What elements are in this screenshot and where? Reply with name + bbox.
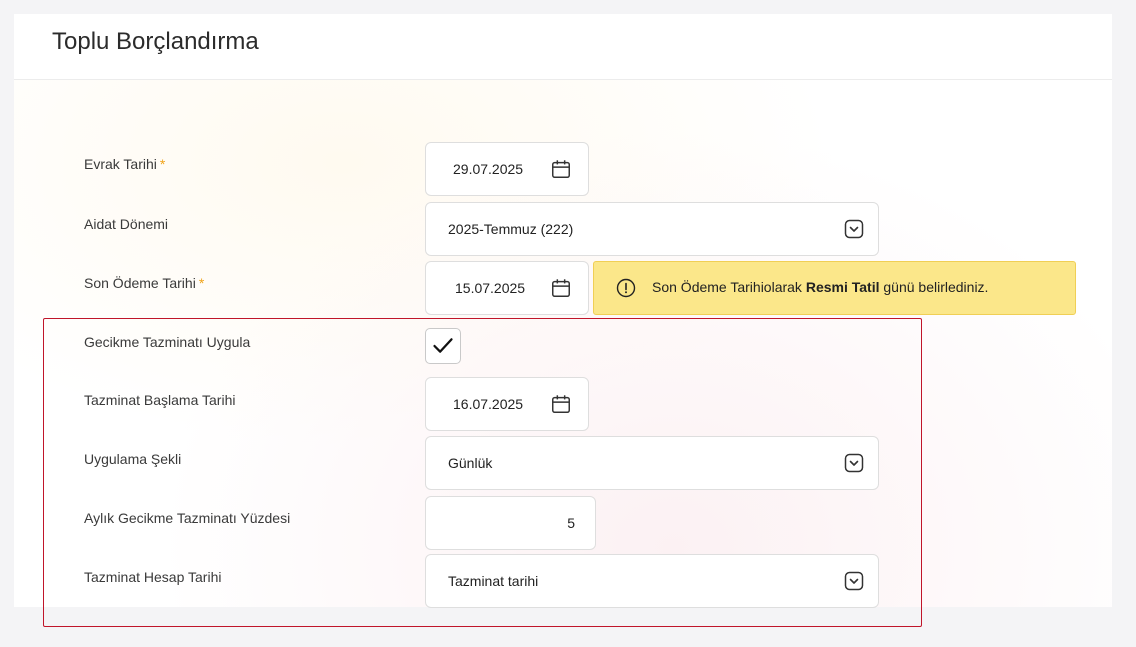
tazminat-baslama-tarihi-value: 16.07.2025 — [453, 396, 524, 412]
son-odeme-tarihi-label: Son Ödeme Tarihi * — [84, 275, 205, 291]
tazminat-baslama-tarihi-label: Tazminat Başlama Tarihi — [84, 392, 236, 408]
tazminat-hesap-tarihi-label: Tazminat Hesap Tarihi — [84, 569, 222, 585]
alert-circle-icon — [616, 278, 636, 298]
page-title: Toplu Borçlandırma — [52, 28, 259, 55]
gecikme-tazminati-uygula-label: Gecikme Tazminatı Uygula — [84, 334, 251, 350]
required-mark: * — [198, 275, 205, 291]
aylik-gecikme-tazminati-yuzdesi-label: Aylık Gecikme Tazminatı Yüzdesi — [84, 510, 291, 526]
resmi-tatil-warning: Son Ödeme Tarihiolarak Resmi Tatil günü … — [593, 261, 1076, 315]
son-odeme-tarihi-value: 15.07.2025 — [455, 280, 526, 296]
uygulama-sekli-label: Uygulama Şekli — [84, 451, 182, 467]
uygulama-sekli-select[interactable]: Günlük — [425, 436, 879, 490]
gecikme-tazminati-uygula-checkbox[interactable] — [425, 328, 461, 364]
aylik-gecikme-tazminati-yuzdesi-input[interactable]: 5 — [425, 496, 596, 550]
aylik-yuzde-value: 5 — [567, 515, 575, 531]
warning-message: Son Ödeme Tarihiolarak Resmi Tatil günü … — [652, 279, 989, 295]
checkmark-icon — [433, 338, 453, 353]
tazminat-hesap-tarihi-value: Tazminat tarihi — [448, 573, 539, 589]
aidat-donemi-select[interactable]: 2025-Temmuz (222) — [425, 202, 879, 256]
calendar-icon[interactable] — [550, 158, 572, 180]
evrak-tarihi-datepicker[interactable]: 29.07.2025 — [425, 142, 589, 196]
tazminat-baslama-tarihi-datepicker[interactable]: 16.07.2025 — [425, 377, 589, 431]
chevron-down-icon — [844, 571, 864, 591]
uygulama-sekli-value: Günlük — [448, 455, 493, 471]
chevron-down-icon — [844, 219, 864, 239]
aidat-donemi-value: 2025-Temmuz (222) — [448, 221, 574, 237]
calendar-icon[interactable] — [550, 393, 572, 415]
evrak-tarihi-label: Evrak Tarihi * — [84, 156, 166, 172]
card-header: Toplu Borçlandırma — [14, 14, 1112, 80]
evrak-tarihi-value: 29.07.2025 — [453, 161, 524, 177]
aidat-donemi-label: Aidat Dönemi — [84, 216, 169, 232]
chevron-down-icon — [844, 453, 864, 473]
required-mark: * — [159, 156, 166, 172]
son-odeme-tarihi-datepicker[interactable]: 15.07.2025 — [425, 261, 589, 315]
tazminat-hesap-tarihi-select[interactable]: Tazminat tarihi — [425, 554, 879, 608]
calendar-icon[interactable] — [550, 277, 572, 299]
